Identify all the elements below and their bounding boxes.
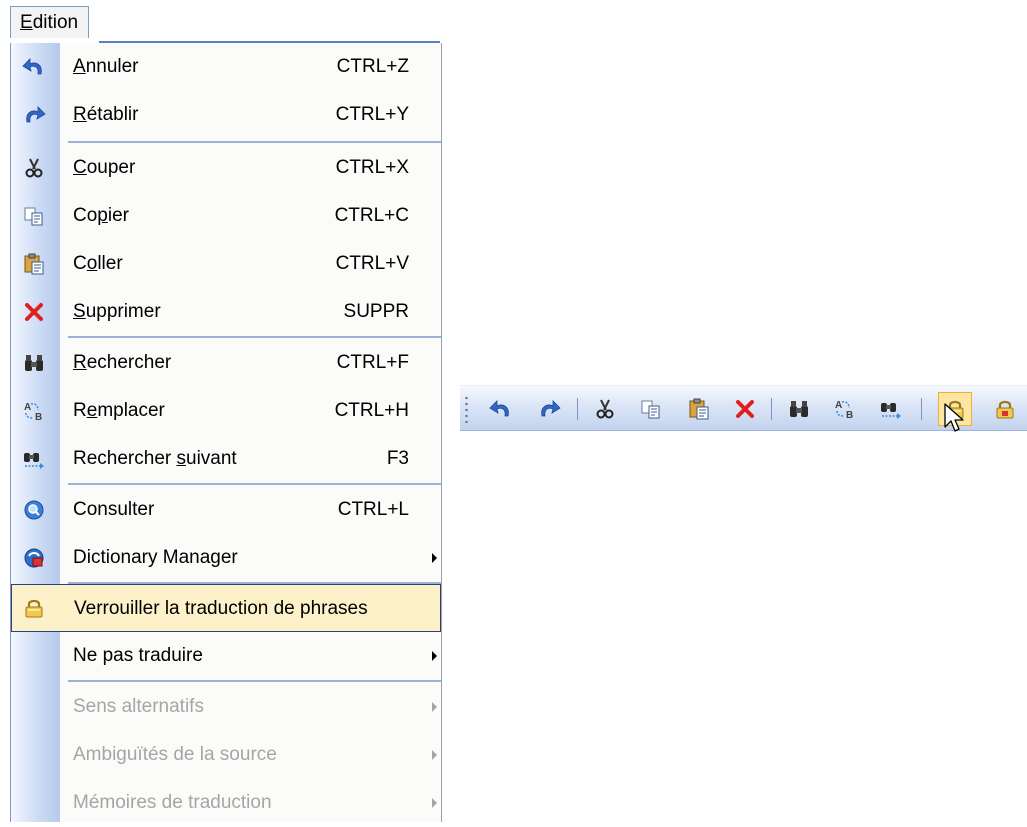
shortcut-copier: CTRL+C [334, 205, 409, 226]
shortcut-rechercher-suivant: F3 [386, 448, 409, 469]
menu-item-supprimer[interactable]: Supprimer SUPPR [11, 288, 441, 336]
menu-item-couper[interactable]: Couper CTRL+X [11, 144, 441, 192]
svg-text:A: A [24, 402, 31, 413]
redo-icon[interactable] [532, 392, 566, 426]
submenu-arrow-icon [432, 750, 437, 760]
undo-icon [15, 51, 53, 83]
toolbar-separator [921, 398, 922, 420]
menu-item-verrouiller[interactable]: Verrouiller la traduction de phrases [11, 584, 441, 632]
shortcut-supprimer: SUPPR [343, 301, 409, 322]
lock-icon [15, 592, 53, 624]
menu-item-remplacer[interactable]: AB Remplacer CTRL+H [11, 387, 441, 435]
shortcut-consulter: CTRL+L [337, 499, 409, 520]
edit-toolbar: AB [460, 385, 1027, 431]
undo-icon[interactable] [484, 392, 518, 426]
find-next-icon [15, 443, 53, 475]
menu-item-ambiguites[interactable]: Ambiguïtés de la source [11, 731, 441, 779]
menu-item-consulter[interactable]: Consulter CTRL+L [11, 486, 441, 534]
menu-edition[interactable]: Edition [10, 6, 90, 38]
menu-item-rechercher[interactable]: Rechercher CTRL+F [11, 339, 441, 387]
submenu-arrow-icon [432, 798, 437, 808]
redo-icon [15, 99, 53, 131]
menu-item-annuler[interactable]: Annuler CTRL+Z [11, 43, 441, 91]
shortcut-remplacer: CTRL+H [334, 400, 409, 421]
shortcut-annuler: CTRL+Z [336, 56, 409, 77]
binoculars-icon [15, 347, 53, 379]
shortcut-coller: CTRL+V [335, 253, 409, 274]
replace-icon[interactable]: AB [828, 392, 862, 426]
edition-dropdown: Annuler CTRL+Z Rétablir CTRL+Y Couper CT… [10, 43, 442, 822]
menu-edition-accel: E [20, 12, 33, 33]
menu-item-ne-pas-traduire[interactable]: Ne pas traduire [11, 632, 441, 680]
shortcut-retablir: CTRL+Y [335, 104, 409, 125]
toolbar-separator [771, 398, 772, 420]
menu-edition-label: dition [32, 12, 79, 33]
replace-icon: AB [15, 395, 53, 427]
toolbar-separator [577, 398, 578, 420]
submenu-arrow-icon [432, 553, 437, 563]
separator [68, 483, 441, 485]
binoculars-icon[interactable] [782, 392, 816, 426]
shortcut-couper: CTRL+X [335, 157, 409, 178]
separator [68, 680, 441, 682]
mouse-cursor-icon [944, 403, 966, 435]
menu-item-retablir[interactable]: Rétablir CTRL+Y [11, 91, 441, 139]
toolbar-grip[interactable] [465, 395, 468, 423]
magnifier-globe-icon [15, 494, 53, 526]
menu-item-copier[interactable]: Copier CTRL+C [11, 192, 441, 240]
submenu-arrow-icon [432, 651, 437, 661]
separator [68, 141, 441, 143]
paste-icon[interactable] [682, 392, 716, 426]
menu-item-rechercher-suivant[interactable]: Rechercher suivant F3 [11, 435, 441, 483]
dictionary-manager-icon [15, 542, 53, 574]
copy-icon [15, 200, 53, 232]
shortcut-rechercher: CTRL+F [336, 352, 409, 373]
svg-text:A: A [835, 400, 842, 411]
delete-icon [15, 296, 53, 328]
svg-text:B: B [35, 412, 42, 422]
copy-icon[interactable] [634, 392, 668, 426]
paste-icon [15, 248, 53, 280]
delete-icon[interactable] [728, 392, 762, 426]
menu-item-memoires[interactable]: Mémoires de traduction [11, 779, 441, 827]
menu-item-coller[interactable]: Coller CTRL+V [11, 240, 441, 288]
scissors-icon[interactable] [588, 392, 622, 426]
menu-item-dictionary-manager[interactable]: Dictionary Manager [11, 534, 441, 582]
scissors-icon [15, 152, 53, 184]
svg-text:B: B [846, 410, 853, 420]
find-next-icon[interactable] [874, 392, 908, 426]
submenu-arrow-icon [432, 702, 437, 712]
separator [68, 336, 441, 338]
lock-red-icon[interactable] [988, 392, 1022, 426]
menu-item-sens-alternatifs[interactable]: Sens alternatifs [11, 683, 441, 731]
